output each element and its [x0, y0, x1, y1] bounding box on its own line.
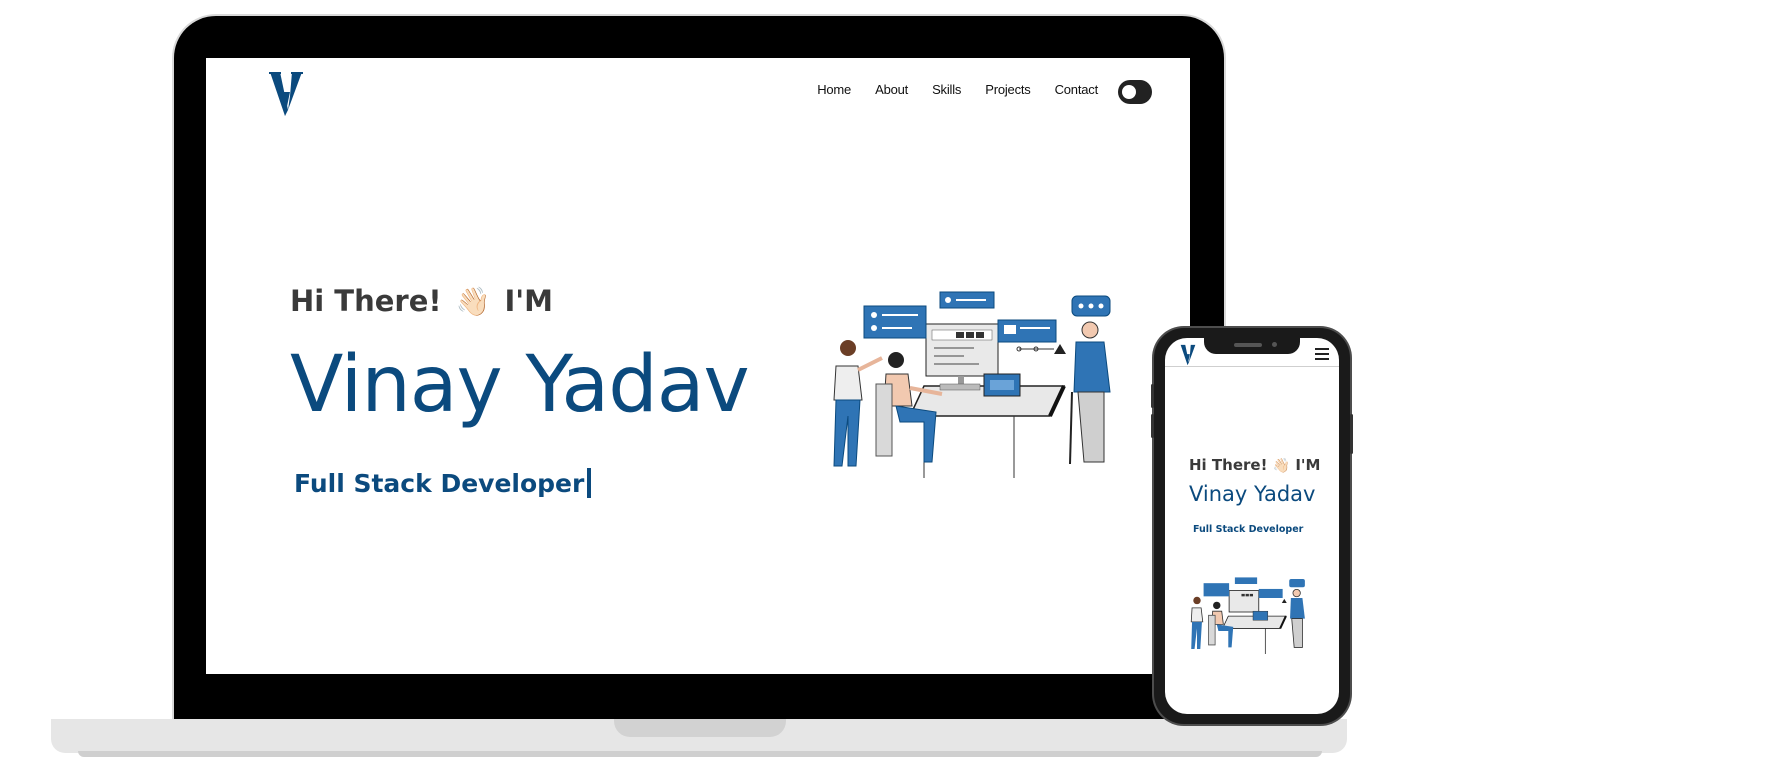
typing-cursor: [587, 468, 592, 498]
mobile-developers-illustration: [1190, 577, 1305, 654]
mobile-hero-greeting: Hi There! 👋🏻 I'M: [1189, 456, 1320, 474]
nav-about[interactable]: About: [875, 82, 908, 97]
role-text: Full Stack Developer: [294, 468, 585, 498]
greeting-text: Hi There!: [290, 284, 442, 318]
logo[interactable]: [268, 70, 304, 118]
mobile-hero-name: Vinay Yadav: [1189, 482, 1316, 506]
toggle-switch-icon: [1122, 85, 1136, 99]
theme-toggle[interactable]: [1118, 80, 1152, 104]
mobile-header-divider: [1165, 366, 1339, 367]
phone-volume-down: [1151, 414, 1154, 438]
mobile-greeting-text: Hi There!: [1189, 456, 1268, 474]
phone-camera: [1272, 342, 1277, 347]
phone-volume-up: [1151, 384, 1154, 408]
nav-contact[interactable]: Contact: [1055, 82, 1099, 97]
hamburger-menu-icon[interactable]: [1315, 348, 1329, 360]
greeting-suffix: I'M: [504, 284, 554, 318]
phone-screen: Hi There! 👋🏻 I'M Vinay Yadav Full Stack …: [1165, 338, 1339, 714]
mobile-logo[interactable]: [1177, 344, 1199, 366]
nav-home[interactable]: Home: [817, 82, 851, 97]
mobile-waving-hand-icon: 👋🏻: [1272, 458, 1291, 474]
developers-illustration: [833, 291, 1111, 478]
laptop-base-shadow: [78, 751, 1322, 757]
nav-projects[interactable]: Projects: [985, 82, 1031, 97]
phone-power-button: [1350, 414, 1353, 454]
laptop-screen: Home About Skills Projects Contact Hi Th…: [206, 58, 1190, 674]
laptop-notch: [614, 719, 786, 737]
waving-hand-icon: 👋🏻: [455, 284, 491, 318]
mobile-hero-role: Full Stack Developer: [1193, 524, 1304, 535]
hero-name: Vinay Yadav: [290, 340, 750, 430]
main-nav: Home About Skills Projects Contact: [817, 82, 1098, 97]
hero-greeting: Hi There! 👋🏻 I'M: [290, 284, 553, 318]
hero-role: Full Stack Developer: [294, 468, 592, 498]
nav-skills[interactable]: Skills: [932, 82, 961, 97]
mobile-greeting-suffix: I'M: [1295, 456, 1321, 474]
phone-speaker: [1234, 343, 1262, 347]
